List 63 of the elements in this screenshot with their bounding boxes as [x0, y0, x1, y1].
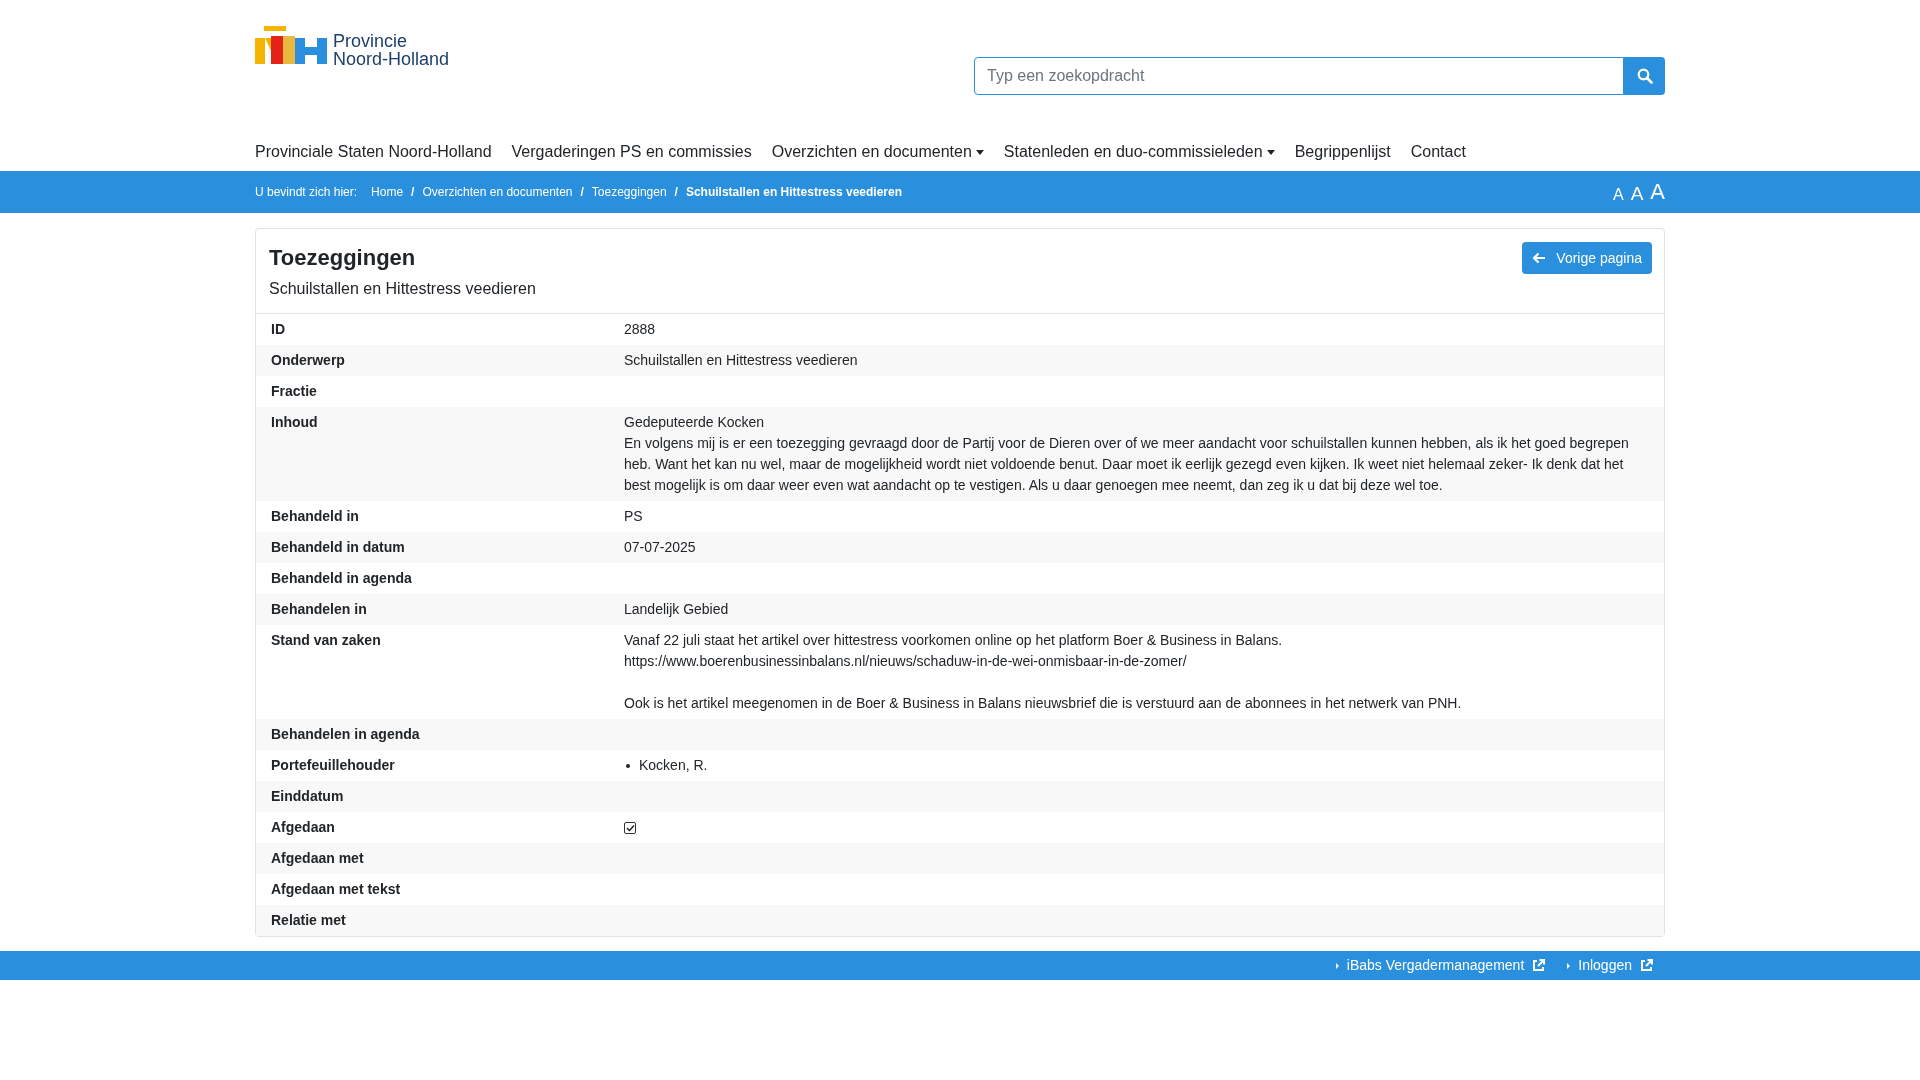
field-text: https://www.boerenbusinessinbalans.nl/nieuws/schaduw-in-de-wei-onmisbaar-in-de-zomer/ — [624, 652, 1188, 671]
field-label: Stand van zaken — [270, 631, 382, 650]
breadcrumb-current: Schuilstallen en Hittestress veedieren — [685, 184, 902, 201]
breadcrumb-separator: / — [580, 184, 584, 201]
text-size-button[interactable]: A — [1650, 181, 1665, 203]
field-label: Inhoud — [270, 413, 319, 432]
search-field[interactable]: Typ een zoekopdracht — [974, 57, 1624, 95]
search-icon — [1636, 68, 1653, 84]
field-label: Relatie met — [270, 911, 347, 930]
field-value: 2888 — [624, 321, 656, 337]
arrow-left-icon — [1532, 252, 1547, 264]
bullet-icon — [626, 763, 630, 768]
field-label: Behandeld in datum — [270, 538, 406, 557]
external-link-icon — [1532, 959, 1546, 972]
field-value: Schuilstallen en Hittestress veedieren — [624, 352, 858, 368]
logo-text: Provincie — [333, 32, 409, 50]
nav-link[interactable]: Vergaderingen PS en commissies — [511, 140, 752, 164]
footer-link[interactable]: iBabs Vergadermanagement — [1346, 955, 1525, 976]
nav-link[interactable]: Statenleden en duo-commissieleden — [1003, 140, 1275, 164]
breadcrumb-link[interactable]: Toezeggingen — [591, 183, 667, 201]
field-label: Portefeuillehouder — [270, 756, 396, 775]
field-value: PS — [624, 508, 643, 524]
field-value: Landelijk Gebied — [624, 601, 729, 617]
province-logo-icon — [255, 26, 327, 66]
text-size-button[interactable]: A — [1612, 187, 1624, 203]
breadcrumb-link[interactable]: Home — [371, 183, 404, 201]
field-label: Afgedaan met — [270, 849, 365, 868]
field-label: Behandeld in agenda — [270, 569, 413, 588]
nav-link[interactable]: Contact — [1410, 140, 1466, 164]
nav-link[interactable]: Begrippenlijst — [1294, 140, 1391, 164]
field-label: Behandeld in — [270, 507, 360, 526]
field-value: 07-07-2025 — [624, 539, 696, 555]
caret-icon — [1567, 962, 1571, 969]
footer-link[interactable]: Inloggen — [1578, 955, 1632, 976]
breadcrumb-separator: / — [674, 184, 678, 201]
breadcrumb-prefix: U bevindt zich hier: — [255, 184, 358, 201]
card-subtitle: Schuilstallen en Hittestress veedieren — [269, 279, 536, 299]
back-button[interactable]: Vorige pagina — [1522, 242, 1652, 274]
field-label: Einddatum — [270, 787, 345, 806]
logo-text: Noord-Holland — [333, 50, 450, 68]
search-button[interactable] — [1624, 57, 1665, 95]
caret-icon — [975, 149, 984, 155]
field-label: Behandelen in — [270, 600, 368, 619]
caret-icon — [1335, 962, 1339, 969]
field-label: Behandelen in agenda — [270, 725, 421, 744]
field-text: Vanaf 22 juli staat het artikel over hittestress voorkomen online op het platform Boer & Business in Balans. — [624, 631, 1284, 650]
caret-icon — [1266, 149, 1275, 155]
field-label: Afgedaan met tekst — [270, 880, 402, 899]
field-text: Gedeputeerde Kocken — [624, 413, 766, 432]
field-label: Fractie — [270, 382, 318, 401]
field-label: ID — [270, 320, 286, 339]
card-title: Toezeggingen — [269, 244, 417, 272]
field-label: Afgedaan — [270, 818, 336, 837]
nav-link[interactable]: Overzichten en documenten — [771, 140, 984, 164]
field-text: En volgens mij is er een toezegging gevraagd door de Partij voor de Dieren over of we meer aandacht voor schuilstallen kunnen hebben, als ik het goed begrepen heb. Want het kan nu wel, maar de mogelijkheid wordt niet voldoende benut. Daar moet ik eerlijk gezegd even kijken. Ik weet niet helemaal zeker- Ik denk dat het best mogelijk is om daar weer even wat aandacht op te vestigen. Als u daar genoegen mee neemt, dan zeg ik u dat bij deze wel toe. — [624, 434, 1630, 495]
field-label: Onderwerp — [270, 351, 346, 370]
breadcrumb-separator: / — [411, 184, 415, 201]
list-item: Kocken, R. — [639, 756, 708, 775]
text-size-button[interactable]: A — [1630, 184, 1644, 203]
nav-link[interactable]: Provinciale Staten Noord-Holland — [255, 140, 492, 164]
breadcrumb-link[interactable]: Overzichten en documenten — [422, 183, 573, 201]
field-text: Ook is het artikel meegenomen in de Boer & Business in Balans nieuwsbrief die is verstuurd aan de abonnees in het netwerk van PNH. — [624, 694, 1463, 713]
external-link-icon — [1640, 959, 1653, 972]
